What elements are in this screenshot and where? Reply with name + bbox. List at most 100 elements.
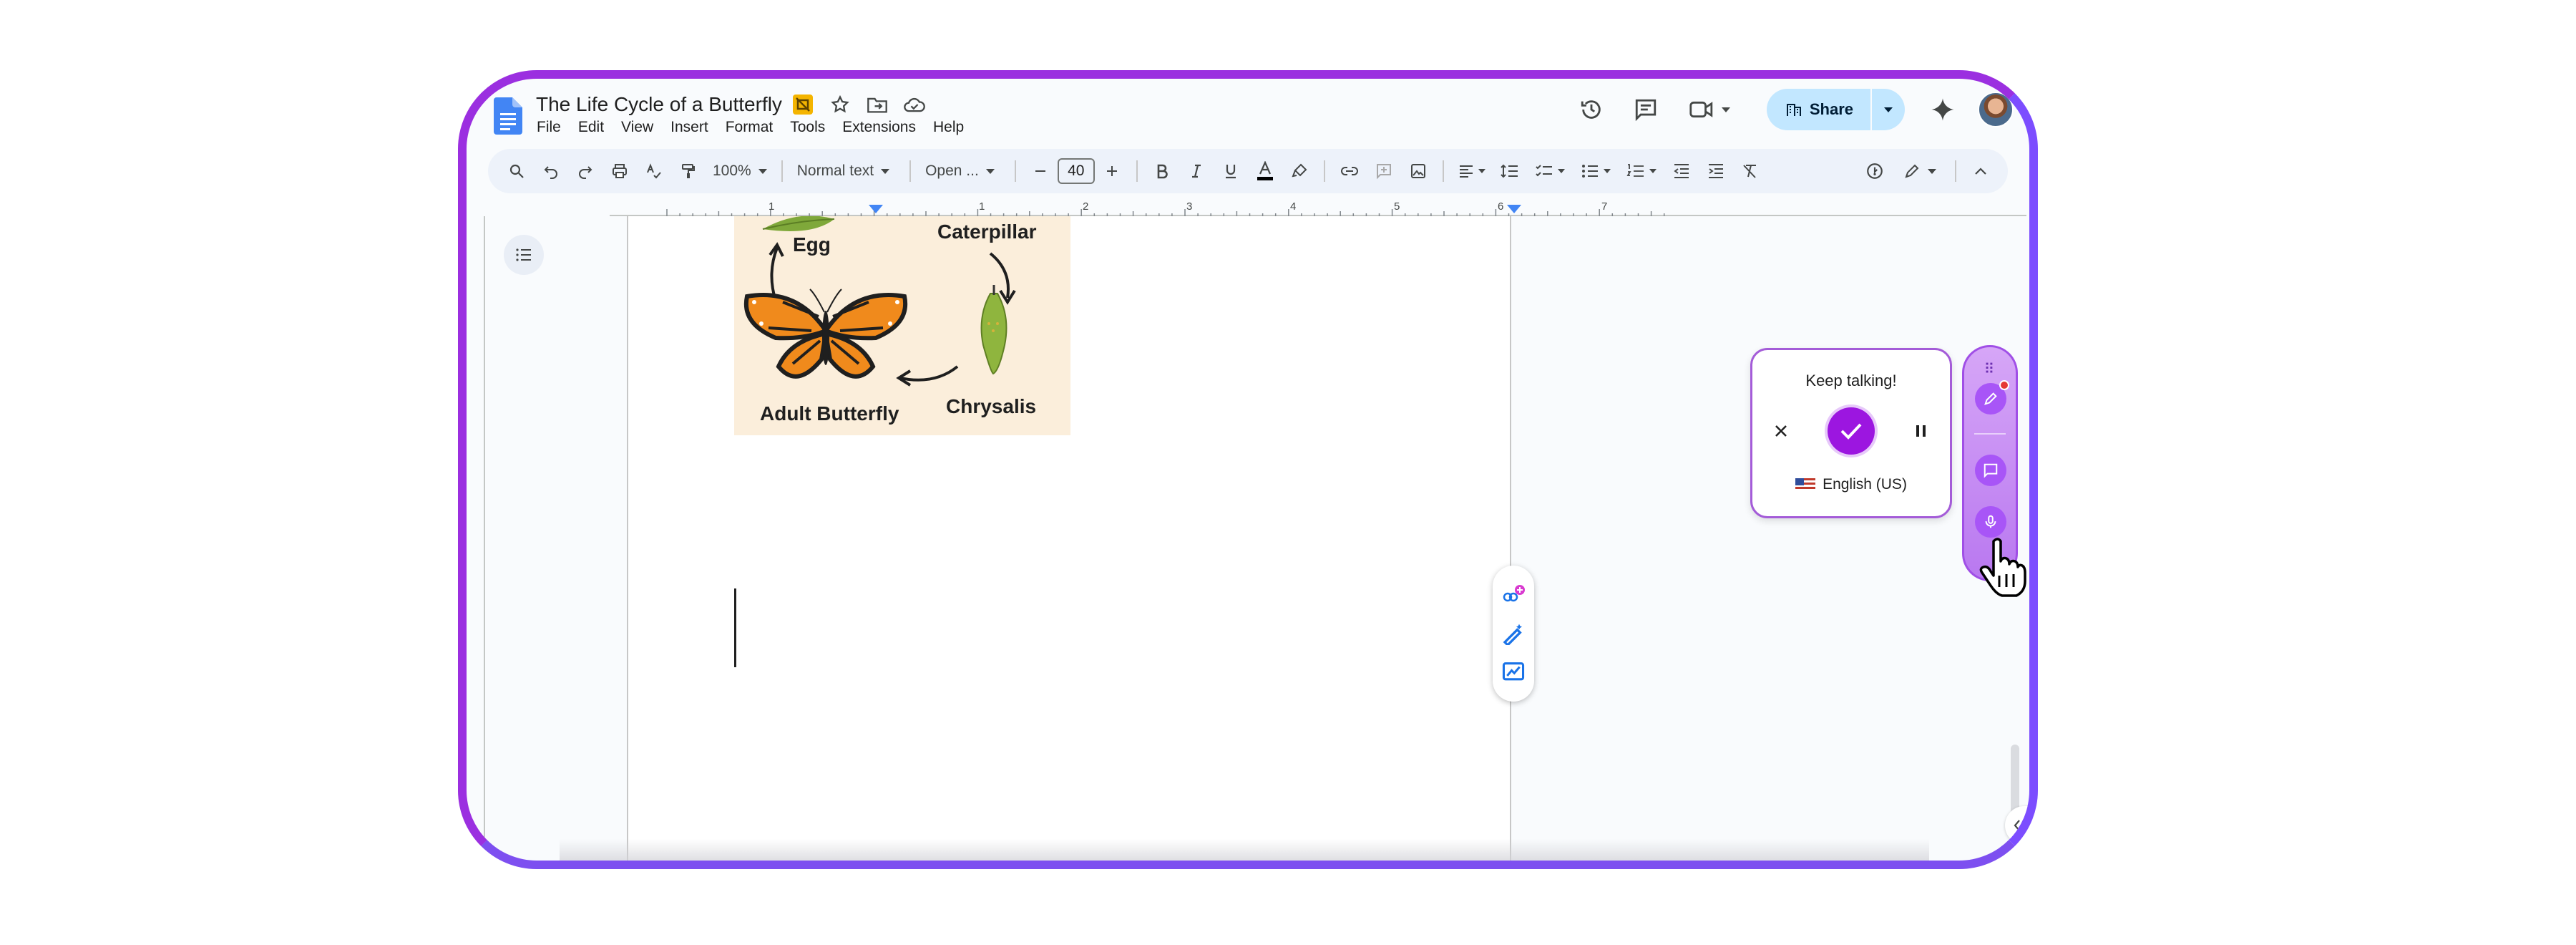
- editing-mode-icon[interactable]: [1892, 157, 1948, 185]
- redo-icon[interactable]: [568, 157, 602, 185]
- voice-typing-toolbar-icon[interactable]: [1858, 157, 1892, 185]
- print-icon[interactable]: [602, 157, 637, 185]
- line-spacing-icon[interactable]: [1493, 157, 1527, 185]
- menu-bar: File Edit View Insert Format Tools Exten…: [537, 119, 981, 136]
- clear-formatting-icon[interactable]: [1733, 157, 1767, 185]
- gemini-sparkle-icon[interactable]: [1925, 92, 1961, 127]
- label-chrysalis: Chrysalis: [946, 395, 1037, 417]
- highlight-color-icon[interactable]: [1282, 157, 1317, 185]
- share-button[interactable]: Share: [1767, 89, 1870, 130]
- menu-help[interactable]: Help: [933, 119, 964, 136]
- spellcheck-icon[interactable]: [637, 157, 671, 185]
- ruler-mark: 1: [769, 200, 775, 213]
- menu-view[interactable]: View: [621, 119, 653, 136]
- us-flag-icon: [1795, 478, 1816, 491]
- chevron-down-icon: [881, 168, 890, 174]
- align-menu-icon[interactable]: [1451, 157, 1493, 185]
- slides-badge-icon[interactable]: [790, 92, 816, 117]
- divider: [1014, 160, 1016, 182]
- add-comment-icon[interactable]: [1367, 157, 1401, 185]
- emoji-reaction-add-icon[interactable]: [1501, 582, 1526, 608]
- ruler-mark: 4: [1290, 200, 1297, 213]
- bulleted-list-icon[interactable]: [1573, 157, 1619, 185]
- pill-microphone-button[interactable]: [1975, 506, 2006, 538]
- drag-handle-icon[interactable]: ⠿: [1964, 360, 2016, 378]
- floating-side-toolbar: [1493, 566, 1534, 702]
- menu-edit[interactable]: Edit: [578, 119, 604, 136]
- voice-typing-panel: Keep talking! English (US): [1750, 348, 1952, 518]
- ruler-mark: 2: [1083, 200, 1089, 213]
- move-to-folder-icon[interactable]: [864, 92, 890, 117]
- underline-icon[interactable]: [1214, 157, 1248, 185]
- share-dropdown-button[interactable]: [1870, 89, 1905, 130]
- comments-icon[interactable]: [1626, 90, 1665, 129]
- outline-list-icon: [516, 248, 531, 261]
- label-caterpillar: Caterpillar: [937, 220, 1037, 243]
- building-icon: [1786, 104, 1801, 116]
- suggest-edits-icon[interactable]: [1501, 659, 1526, 685]
- numbered-list-icon[interactable]: [1619, 157, 1664, 185]
- bottom-fade: [560, 839, 1929, 861]
- font-select[interactable]: Open ...: [918, 163, 1008, 180]
- user-avatar[interactable]: [1978, 92, 2014, 127]
- text-cursor: [734, 588, 736, 667]
- horizontal-ruler[interactable]: 1 1 2 3 4 5 6 7: [610, 200, 2026, 216]
- voice-language-selector[interactable]: English (US): [1752, 476, 1950, 493]
- decrease-font-size-icon[interactable]: [1023, 157, 1058, 185]
- right-indent-marker-icon[interactable]: [1506, 203, 1523, 215]
- divider: [781, 160, 783, 182]
- paragraph-style-select[interactable]: Normal text: [790, 163, 902, 180]
- bold-icon[interactable]: [1145, 157, 1179, 185]
- document-title[interactable]: The Life Cycle of a Butterfly: [536, 93, 782, 116]
- menu-insert[interactable]: Insert: [670, 119, 708, 136]
- checklist-icon[interactable]: [1527, 157, 1573, 185]
- voice-cancel-button[interactable]: [1767, 417, 1795, 445]
- document-page[interactable]: Egg Caterpillar Chrysalis Adult Butterfl…: [627, 216, 1511, 861]
- share-button-group: Share: [1766, 89, 1905, 130]
- side-panel-toggle-button[interactable]: [2005, 806, 2029, 845]
- chevron-down-icon: [1649, 169, 1657, 173]
- menu-file[interactable]: File: [537, 119, 561, 136]
- insert-link-icon[interactable]: [1332, 157, 1367, 185]
- formatting-toolbar: 100% Normal text Open ... 40: [488, 149, 2008, 193]
- italic-icon[interactable]: [1179, 157, 1214, 185]
- ruler-ticks: [666, 209, 1665, 216]
- help-me-write-icon[interactable]: [1501, 621, 1526, 646]
- zoom-select[interactable]: 100%: [706, 163, 774, 180]
- menu-format[interactable]: Format: [726, 119, 774, 136]
- undo-icon[interactable]: [534, 157, 568, 185]
- chevron-down-icon: [1478, 169, 1485, 173]
- docs-logo-icon[interactable]: [494, 97, 522, 135]
- cloud-saved-icon[interactable]: [902, 92, 927, 117]
- text-color-icon[interactable]: [1248, 157, 1282, 185]
- insert-image-icon[interactable]: [1401, 157, 1435, 185]
- left-indent-marker-icon[interactable]: [867, 203, 884, 215]
- increase-font-size-icon[interactable]: [1095, 157, 1129, 185]
- voice-confirm-button[interactable]: [1828, 407, 1875, 455]
- hide-menus-icon[interactable]: [1963, 157, 1998, 185]
- menu-extensions[interactable]: Extensions: [842, 119, 916, 136]
- star-icon[interactable]: [827, 92, 853, 117]
- close-icon: [1775, 425, 1787, 437]
- paint-format-icon[interactable]: [671, 157, 706, 185]
- font-size-input[interactable]: 40: [1057, 158, 1095, 184]
- decrease-indent-icon[interactable]: [1664, 157, 1699, 185]
- document-outline-button[interactable]: [504, 235, 544, 275]
- butterfly-lifecycle-image[interactable]: Egg Caterpillar Chrysalis Adult Butterfl…: [734, 216, 1070, 435]
- pill-edit-button[interactable]: [1975, 380, 2009, 415]
- chevron-down-icon: [1884, 107, 1893, 112]
- meet-video-icon[interactable]: [1681, 90, 1738, 129]
- ruler-mark: 3: [1186, 200, 1193, 213]
- ruler-mark: 1: [979, 200, 985, 213]
- menu-tools[interactable]: Tools: [790, 119, 825, 136]
- divider: [1442, 160, 1444, 182]
- search-menus-icon[interactable]: [499, 157, 534, 185]
- chevron-down-icon: [1928, 168, 1936, 174]
- version-history-icon[interactable]: [1572, 90, 1611, 129]
- voice-pause-button[interactable]: [1907, 417, 1936, 445]
- increase-indent-icon[interactable]: [1699, 157, 1733, 185]
- chevron-down-icon: [1721, 107, 1730, 112]
- chevron-down-icon: [1557, 169, 1565, 173]
- pill-comment-button[interactable]: [1975, 455, 2006, 486]
- divider: [1955, 160, 1956, 182]
